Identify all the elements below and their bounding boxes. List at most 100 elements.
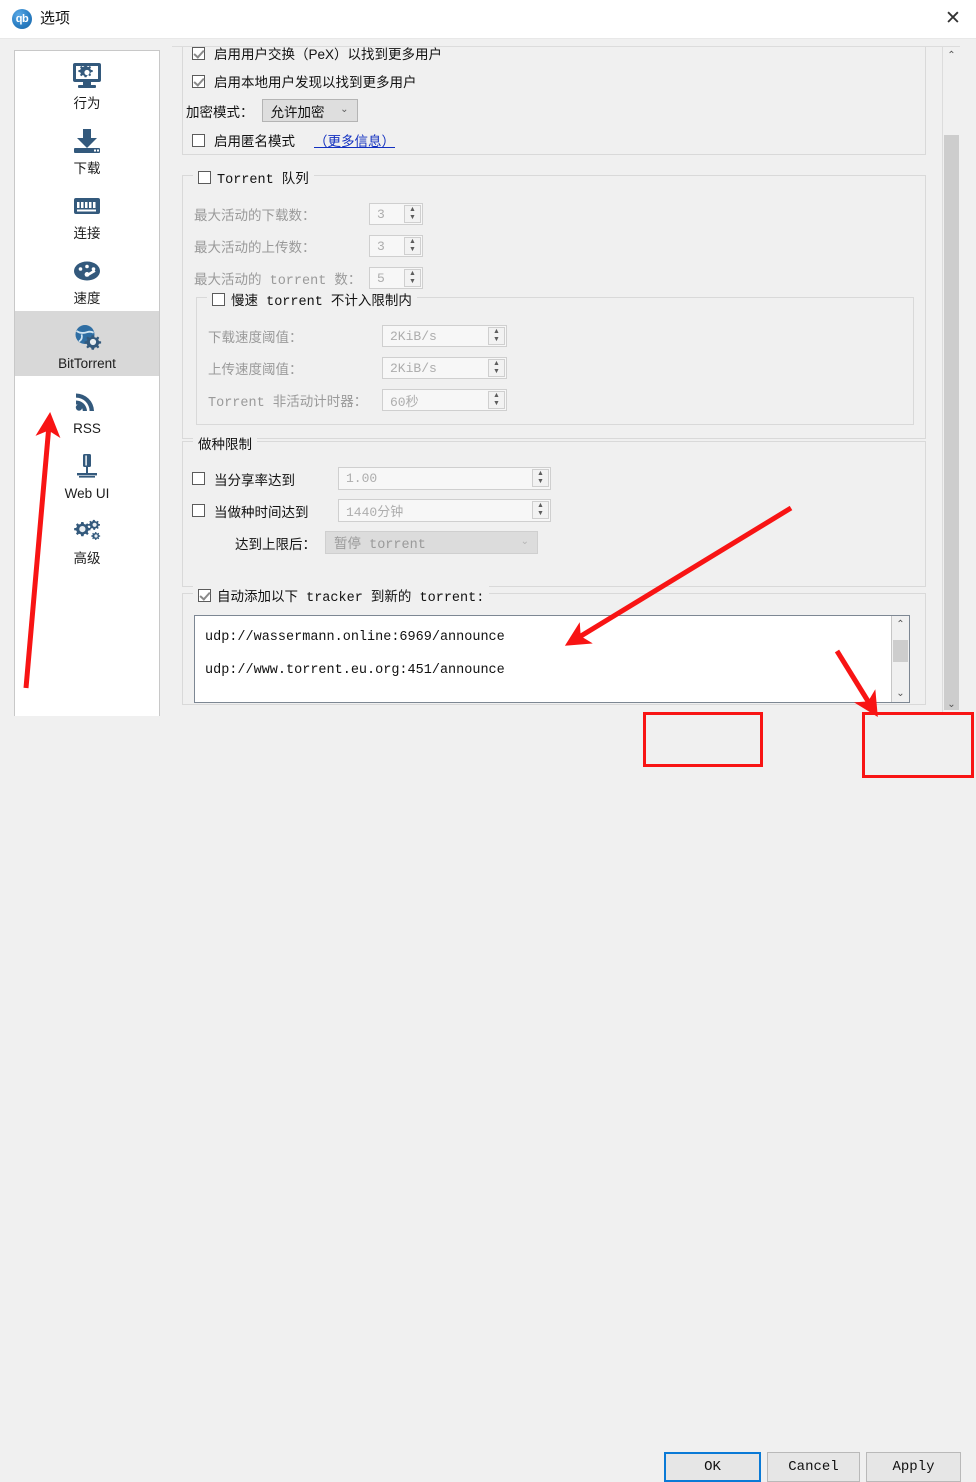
sidebar-item-downloads[interactable]: 下载 [15, 116, 159, 181]
sidebar-item-advanced[interactable]: 高级 [15, 506, 159, 571]
spinner-buttons[interactable]: ▲ ▼ [404, 237, 421, 255]
torrent-inactivity-timer-value: 60秒 [390, 394, 419, 410]
download-rate-threshold-label: 下载速度阈值： [208, 330, 303, 345]
ratio-limit-row[interactable]: 当分享率达到 1.00 ▲ ▼ [192, 467, 551, 490]
max-active-downloads-row[interactable]: 最大活动的下载数： 3 ▲ ▼ [194, 203, 423, 225]
anonymous-checkbox[interactable] [192, 133, 205, 147]
upload-rate-threshold-spinner[interactable]: 2KiB/s ▲ ▼ [382, 357, 507, 379]
torrent-queue-legend[interactable]: Torrent 队列 [193, 167, 314, 188]
settings-sidebar[interactable]: 行为 下载 连接 速度 BitTorrent RSS Web UI 高级 [14, 50, 160, 729]
pex-label: 启用用户交换（PeX）以找到更多用户 [214, 47, 443, 62]
scroll-down-icon[interactable]: ⌄ [943, 696, 960, 713]
spinner-buttons[interactable]: ▲ ▼ [488, 327, 505, 345]
auto-trackers-legend-label: 自动添加以下 tracker 到新的 torrent: [217, 591, 485, 606]
tracker-line: udp://wassermann.online:6969/announce [205, 630, 505, 645]
slow-torrents-legend[interactable]: 慢速 torrent 不计入限制内 [207, 289, 417, 310]
scroll-thumb[interactable] [893, 640, 908, 662]
slow-torrents-checkbox[interactable] [212, 293, 225, 306]
torrent-inactivity-timer-row[interactable]: Torrent 非活动计时器： 60秒 ▲ ▼ [208, 389, 507, 411]
rss-icon [15, 382, 159, 420]
max-active-downloads-value: 3 [377, 206, 385, 222]
max-active-downloads-spinner[interactable]: 3 ▲ ▼ [369, 203, 423, 225]
sidebar-item-connection[interactable]: 连接 [15, 181, 159, 246]
sidebar-item-label: 高级 [73, 551, 101, 566]
torrent-inactivity-timer-spinner[interactable]: 60秒 ▲ ▼ [382, 389, 507, 411]
spinner-buttons[interactable]: ▲ ▼ [532, 469, 549, 487]
sidebar-item-behavior[interactable]: 行为 [15, 51, 159, 116]
seeding-time-limit-spinner[interactable]: 1440分钟 ▲ ▼ [338, 499, 551, 522]
scroll-up-icon[interactable]: ⌃ [943, 47, 960, 64]
upload-rate-threshold-label: 上传速度阈值： [208, 362, 303, 377]
auto-trackers-checkbox[interactable] [198, 589, 211, 602]
tracker-scrollbar[interactable]: ⌃ ⌄ [891, 616, 909, 702]
anonymous-row[interactable]: 启用匿名模式 （更多信息） [192, 130, 395, 150]
auto-trackers-legend[interactable]: 自动添加以下 tracker 到新的 torrent: [193, 585, 490, 606]
settings-scrollbar[interactable]: ⌃ ⌄ [942, 47, 960, 713]
sidebar-item-label: 连接 [73, 226, 101, 241]
download-rate-threshold-row[interactable]: 下载速度阈值： 2KiB/s ▲ ▼ [208, 325, 507, 347]
lsd-row[interactable]: 启用本地用户发现以找到更多用户 [192, 71, 417, 91]
ratio-limit-checkbox[interactable] [192, 472, 205, 485]
speedometer-icon [15, 252, 159, 290]
encryption-mode-select[interactable]: 允许加密 ⌄ [261, 99, 358, 122]
seeding-limits-legend: 做种限制 [193, 433, 257, 453]
sidebar-item-label: Web UI [64, 486, 110, 501]
window-title: 选项 [40, 10, 71, 27]
globe-gear-icon [15, 317, 159, 355]
monitor-gear-icon [15, 57, 159, 95]
pex-checkbox[interactable] [192, 47, 205, 60]
more-info-link[interactable]: （更多信息） [314, 130, 395, 150]
ok-button[interactable]: OK [664, 1452, 761, 1482]
tracker-line: udp://www.torrent.eu.org:451/announce [205, 663, 505, 678]
slow-torrents-legend-label: 慢速 torrent 不计入限制内 [231, 295, 412, 310]
spinner-buttons[interactable]: ▲ ▼ [404, 205, 421, 223]
seeding-time-limit-label: 当做种时间达到 [214, 504, 309, 520]
max-active-uploads-spinner[interactable]: 3 ▲ ▼ [369, 235, 423, 257]
sidebar-item-rss[interactable]: RSS [15, 376, 159, 441]
tracker-list-textarea[interactable]: udp://wassermann.online:6969/announce ud… [194, 615, 910, 703]
spinner-buttons[interactable]: ▲ ▼ [488, 391, 505, 409]
spinner-buttons[interactable]: ▲ ▼ [404, 269, 421, 287]
scroll-down-icon[interactable]: ⌄ [892, 685, 909, 702]
sidebar-item-label: BitTorrent [58, 356, 116, 371]
spinner-buttons[interactable]: ▲ ▼ [488, 359, 505, 377]
max-active-uploads-value: 3 [377, 238, 385, 254]
seeding-time-limit-checkbox[interactable] [192, 504, 205, 517]
scroll-up-icon[interactable]: ⌃ [892, 616, 909, 633]
upload-rate-threshold-row[interactable]: 上传速度阈值： 2KiB/s ▲ ▼ [208, 357, 507, 379]
lsd-label: 启用本地用户发现以找到更多用户 [214, 75, 417, 90]
sidebar-item-speed[interactable]: 速度 [15, 246, 159, 311]
ratio-limit-label: 当分享率达到 [214, 472, 295, 488]
max-active-downloads-label: 最大活动的下载数： [194, 208, 316, 223]
max-active-uploads-row[interactable]: 最大活动的上传数： 3 ▲ ▼ [194, 235, 423, 257]
sidebar-item-label: RSS [73, 421, 101, 436]
sidebar-item-webui[interactable]: Web UI [15, 441, 159, 506]
encryption-label: 加密模式： [186, 104, 254, 120]
cancel-button[interactable]: Cancel [767, 1452, 860, 1482]
limit-action-select[interactable]: 暂停 torrent ⌄ [325, 531, 538, 554]
sidebar-item-label: 下载 [73, 161, 101, 176]
max-active-torrents-spinner[interactable]: 5 ▲ ▼ [369, 267, 423, 289]
anonymous-label: 启用匿名模式 [214, 134, 295, 149]
pex-row[interactable]: 启用用户交换（PeX）以找到更多用户 [192, 47, 443, 63]
apply-button[interactable]: Apply [866, 1452, 961, 1482]
ratio-limit-spinner[interactable]: 1.00 ▲ ▼ [338, 467, 551, 490]
torrent-queue-checkbox[interactable] [198, 171, 211, 184]
seeding-time-limit-row[interactable]: 当做种时间达到 1440分钟 ▲ ▼ [192, 499, 551, 522]
network-icon [15, 187, 159, 225]
lsd-checkbox[interactable] [192, 74, 205, 88]
limit-action-row[interactable]: 达到上限后： 暂停 torrent ⌄ [192, 531, 538, 554]
close-icon[interactable]: ✕ [930, 0, 976, 38]
settings-pane: 启用用户交换（PeX）以找到更多用户 启用本地用户发现以找到更多用户 加密模式：… [172, 46, 960, 713]
max-active-torrents-row[interactable]: 最大活动的 torrent 数： 5 ▲ ▼ [194, 267, 423, 289]
seeding-time-limit-value: 1440分钟 [346, 505, 404, 520]
scroll-thumb[interactable] [944, 135, 959, 710]
limit-action-value: 暂停 torrent [334, 538, 426, 553]
max-active-uploads-label: 最大活动的上传数： [194, 240, 316, 255]
spinner-buttons[interactable]: ▲ ▼ [532, 501, 549, 519]
ratio-limit-value: 1.00 [346, 471, 378, 486]
sidebar-item-bittorrent[interactable]: BitTorrent [15, 311, 159, 376]
encryption-row[interactable]: 加密模式： 允许加密 ⌄ [186, 99, 358, 122]
download-rate-threshold-spinner[interactable]: 2KiB/s ▲ ▼ [382, 325, 507, 347]
sidebar-item-label: 速度 [73, 291, 101, 306]
